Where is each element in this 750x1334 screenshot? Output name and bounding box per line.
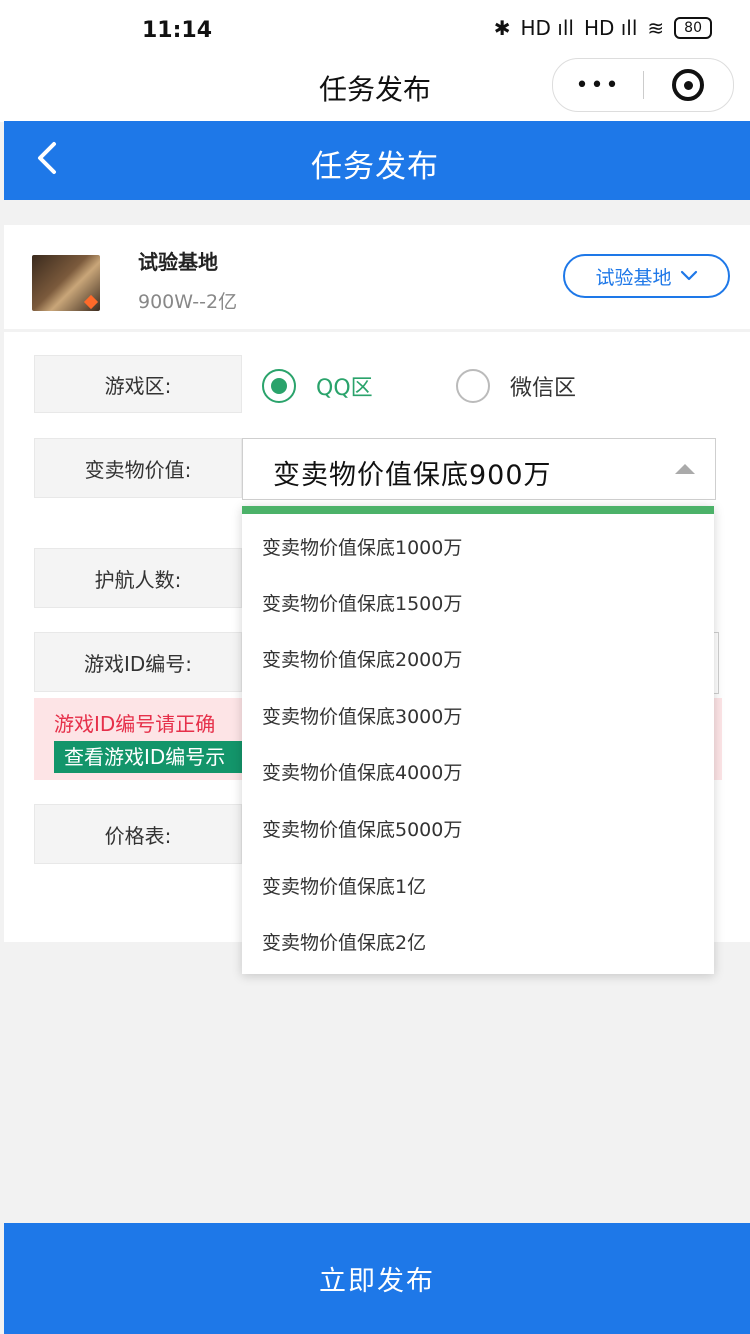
signal-icon: HD ıll (520, 16, 574, 40)
radio-qq-label: QQ区 (316, 376, 373, 401)
radio-wechat[interactable]: 微信区 (456, 369, 576, 403)
battery-icon: 80 (674, 17, 712, 39)
more-icon[interactable]: ••• (553, 73, 643, 98)
dropdown-option[interactable]: 变卖物价值保底2亿 (262, 928, 426, 955)
game-zone-label: 游戏区: (34, 355, 242, 413)
value-dropdown: 变卖物价值保底1000万 变卖物价值保底1500万 变卖物价值保底2000万 变… (242, 506, 714, 974)
close-miniapp-button[interactable] (644, 69, 732, 101)
value-selected-text: 变卖物价值保底900万 (273, 460, 552, 491)
signal-icon-2: HD ıll (583, 16, 638, 40)
value-select[interactable]: 变卖物价值保底900万 (242, 438, 716, 500)
escort-label: 护航人数: (34, 548, 242, 608)
warning-text: 游戏ID编号请正确 (54, 712, 216, 736)
radio-qq[interactable]: QQ区 (262, 369, 373, 403)
dropdown-option[interactable]: 变卖物价值保底4000万 (262, 758, 462, 785)
page-title: 任务发布 (311, 149, 439, 185)
game-mode-select[interactable]: 试验基地 (563, 254, 730, 298)
game-range: 900W--2亿 (138, 291, 238, 313)
dropdown-highlight-bar (242, 506, 714, 514)
radio-unchecked-icon (456, 369, 490, 403)
radio-checked-icon (262, 369, 296, 403)
radio-wechat-label: 微信区 (510, 376, 577, 401)
bluetooth-icon: ✱ (493, 16, 511, 40)
price-label: 价格表: (34, 804, 242, 864)
chevron-down-icon (680, 270, 697, 281)
game-id-label: 游戏ID编号: (34, 632, 242, 692)
publish-button[interactable]: 立即发布 (4, 1223, 750, 1334)
target-icon (672, 69, 704, 101)
triangle-up-icon (675, 464, 695, 474)
dropdown-option[interactable]: 变卖物价值保底3000万 (262, 702, 462, 729)
dropdown-option[interactable]: 变卖物价值保底2000万 (262, 645, 462, 672)
status-icons: ✱ HD ıll HD ıll ≋ 80 (494, 16, 712, 40)
status-time: 11:14 (142, 18, 213, 43)
dropdown-option[interactable]: 变卖物价值保底1000万 (262, 533, 462, 560)
view-id-example-button[interactable]: 查看游戏ID编号示 (54, 741, 254, 773)
game-name: 试验基地 (138, 250, 218, 274)
wifi-icon: ≋ (647, 16, 665, 40)
game-thumbnail (32, 255, 100, 311)
value-label: 变卖物价值: (34, 438, 242, 498)
miniapp-capsule: ••• (552, 58, 734, 112)
game-mode-label: 试验基地 (595, 266, 672, 289)
dropdown-option[interactable]: 变卖物价值保底1500万 (262, 589, 462, 616)
dropdown-option[interactable]: 变卖物价值保底5000万 (262, 815, 462, 842)
dropdown-option[interactable]: 变卖物价值保底1亿 (262, 872, 426, 899)
